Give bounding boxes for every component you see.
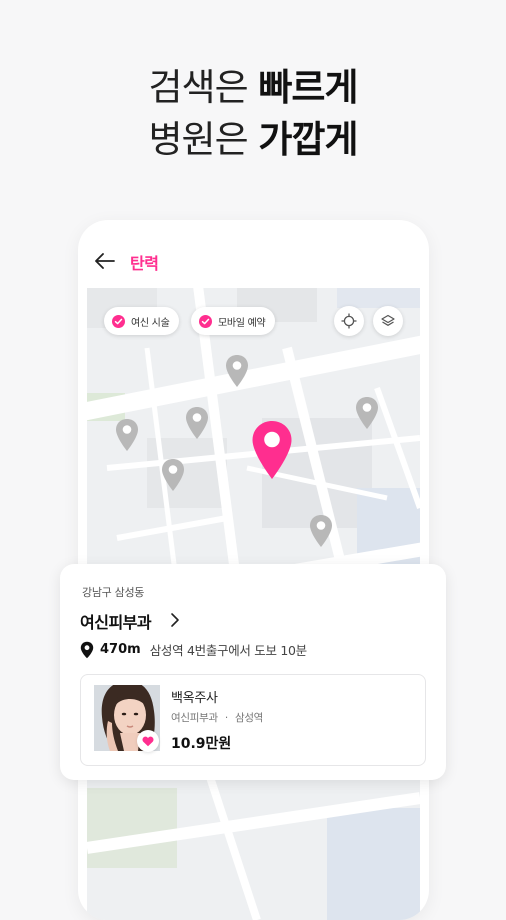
product-price: 10.9만원 [171,736,232,752]
chevron-right-icon[interactable] [169,612,181,628]
clinic-pin[interactable] [355,396,379,430]
headline: 검색은 빠르게 병원은 가깝게 [0,62,506,166]
check-icon [112,314,125,328]
clinic-name[interactable]: 여신피부과 [80,609,152,633]
page-title: 탄력 [130,254,159,273]
selected-clinic-pin[interactable] [251,420,293,480]
filter-chip-mobile-booking[interactable]: 모바일 예약 [191,307,276,335]
clinic-pin[interactable] [225,354,249,388]
clinic-region: 강남구 삼성동 [82,586,145,599]
favorite-button[interactable] [137,730,159,752]
crosshair-icon [341,313,357,329]
headline-line-1-light: 검색은 [148,66,259,109]
headline-line-1-bold: 빠르게 [258,66,358,109]
headline-line-2-light: 병원은 [148,118,259,161]
product-station: 삼성역 [234,712,264,724]
arrow-left-icon [95,253,115,269]
headline-line-2-bold: 가깝게 [258,118,358,161]
filter-chip-treatment[interactable]: 여신 시술 [104,307,180,335]
meta-separator: · [224,712,228,724]
clinic-pin[interactable] [185,406,209,440]
clinic-pin[interactable] [115,418,139,452]
location-row: 470m 삼성역 4번출구에서 도보 10분 [80,640,307,659]
clinic-direction: 삼성역 4번출구에서 도보 10분 [149,643,307,658]
product-clinic: 여신피부과 [171,712,218,724]
headline-line-1: 검색은 빠르게 [0,62,506,114]
filter-chip-label: 모바일 예약 [218,317,266,329]
app-bar: 탄력 [78,220,429,288]
headline-line-2: 병원은 가깝게 [0,114,506,166]
layers-button[interactable] [373,306,403,336]
locate-button[interactable] [334,306,364,336]
product-card[interactable]: 백옥주사 여신피부과 · 삼성역 10.9만원 [80,674,426,766]
product-name: 백옥주사 [171,691,218,706]
layers-icon [381,314,395,326]
heart-icon [142,736,154,746]
clinic-pin[interactable] [161,458,185,492]
back-button[interactable] [92,248,118,274]
clinic-distance: 470m [100,642,141,657]
product-meta: 여신피부과 · 삼성역 [171,710,263,725]
clinic-info-card[interactable]: 강남구 삼성동 여신피부과 470m 삼성역 4번출구에서 도보 10분 백옥주… [60,564,446,780]
clinic-pin[interactable] [309,514,333,548]
location-pin-icon [80,641,94,658]
filter-chip-label: 여신 시술 [131,317,170,329]
check-icon [199,314,212,328]
